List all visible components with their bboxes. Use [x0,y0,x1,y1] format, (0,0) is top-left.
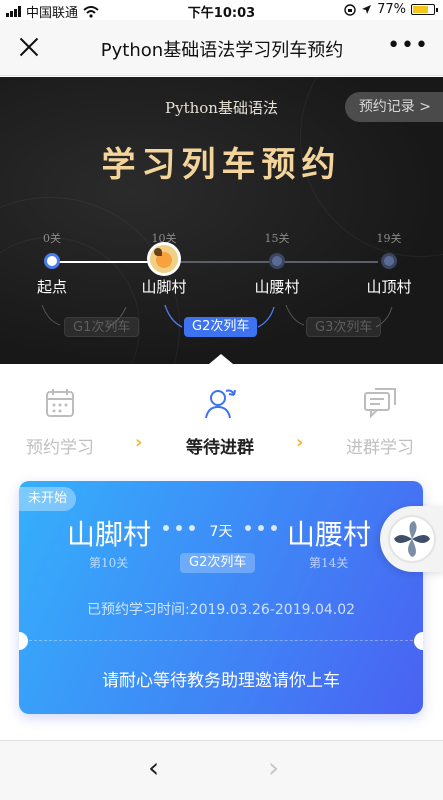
flower-logo-icon [388,515,436,563]
records-link[interactable]: 预约记录 > [344,92,443,122]
nav-bar: Python基础语法学习列车预约 ••• [0,20,443,76]
battery-icon [411,4,438,15]
forward-arrow-icon[interactable]: › [268,751,279,784]
station-dot [269,253,285,269]
close-icon[interactable] [14,32,44,62]
step-arrow-icon: › [296,432,304,453]
station-level: 19关 [376,232,402,245]
station-level: 15关 [264,232,290,245]
browser-toolbar: ‹ › [0,740,443,800]
station-level: 0关 [43,232,61,245]
floating-assistant-button[interactable] [380,506,443,572]
more-icon[interactable]: ••• [387,35,429,57]
train-g1[interactable]: G1次列车 [64,317,140,337]
step-label: 等待进群 [186,438,254,458]
avatar [147,242,181,276]
hero-title: 学习列车预约 [101,145,342,185]
ticket-to-level: 第14关 [309,556,349,570]
route-dot [271,525,277,531]
route-dot [245,525,251,531]
station-dot [381,253,397,269]
status-bar: 中国联通 下午10:03 77% [0,0,443,21]
chat-icon [362,385,398,421]
ticket-to: 山腰村 [287,518,372,551]
ticket-time: 已预约学习时间:2019.03.26-2019.04.02 [86,602,356,618]
step-reserve: 预约学习 [5,385,115,458]
hero-pointer [209,354,233,364]
step-label: 预约学习 [26,438,94,458]
battery-percent: 77% [377,2,406,17]
location-icon [362,5,372,14]
calendar-icon [42,385,78,421]
ticket-notch [414,632,423,650]
station-dot [44,253,60,269]
step-wait: 等待进群 [165,385,275,458]
step-arrow-icon: › [135,432,143,453]
ticket-wait-message: 请耐心等待教务助理邀请你上车 [102,671,340,691]
page-title: Python基础语法学习列车预约 [100,40,344,61]
hero-banner: Python基础语法 预约记录 > 学习列车预约 0关 起点 10关 山脚村 1… [0,77,443,364]
back-arrow-icon[interactable]: ‹ [148,751,159,784]
ticket-from-level: 第10关 [89,556,129,570]
train-g2[interactable]: G2次列车 [184,317,258,337]
divider [29,640,413,641]
person-refresh-icon [202,385,238,421]
step-label: 进群学习 [346,438,414,458]
lock-rotation-icon [344,3,356,16]
ticket-card[interactable]: 未开始 山脚村 7天 山腰村 第10关 G2次列车 第14关 已预约学习时间:2… [19,481,423,714]
train-g3[interactable]: G3次列车 [306,317,382,337]
step-join: 进群学习 [325,385,435,458]
route-dot [258,525,264,531]
ticket-train: G2次列车 [180,553,256,573]
status-badge: 未开始 [19,487,77,511]
ticket-notch [19,632,28,650]
